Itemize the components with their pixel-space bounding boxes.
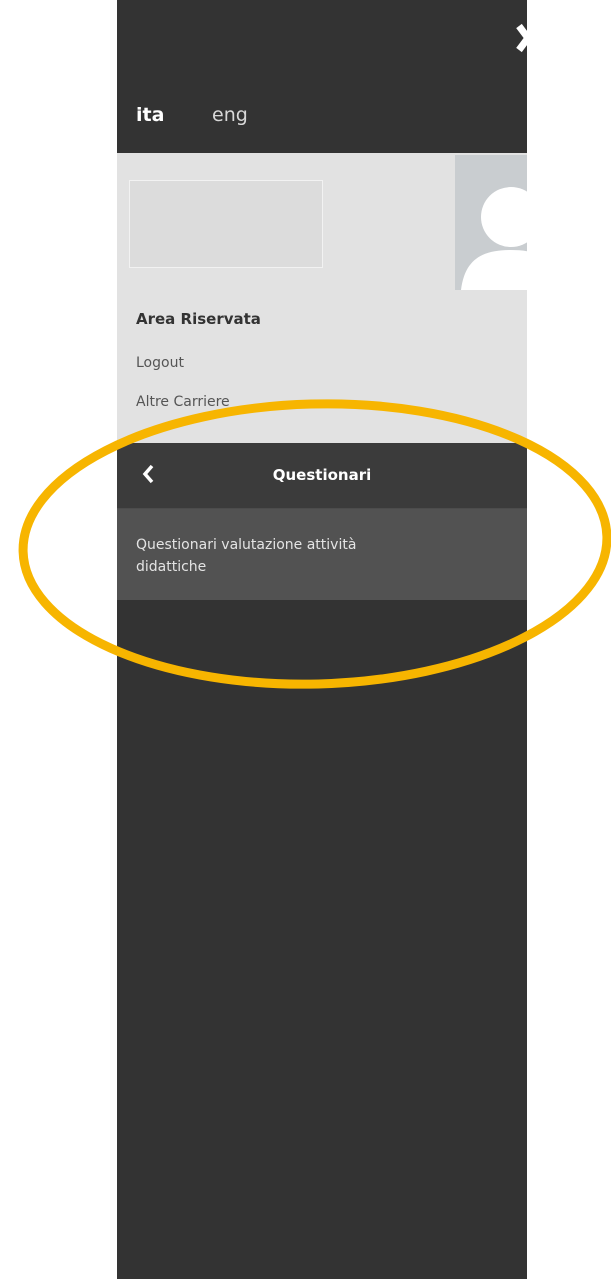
side-menu-panel: ita eng Area Riservata Logout Altre Carr… (117, 0, 527, 1279)
submenu-title: Questionari (272, 466, 372, 484)
language-bar: ita eng (117, 0, 527, 153)
reserved-area-title: Area Riservata (136, 310, 261, 328)
submenu-item-label: Questionari valutazione attività didatti… (136, 537, 357, 575)
logout-link[interactable]: Logout (136, 355, 184, 371)
submenu-item[interactable]: Questionari valutazione attività didatti… (117, 509, 527, 600)
logo-placeholder (129, 180, 323, 268)
user-avatar-icon (455, 155, 527, 290)
submenu-header: Questionari (117, 443, 527, 509)
user-area: Area Riservata Logout Altre Carriere (117, 153, 527, 443)
language-eng[interactable]: eng (212, 104, 248, 126)
other-careers-link[interactable]: Altre Carriere (136, 394, 230, 410)
language-ita[interactable]: ita (136, 104, 164, 126)
